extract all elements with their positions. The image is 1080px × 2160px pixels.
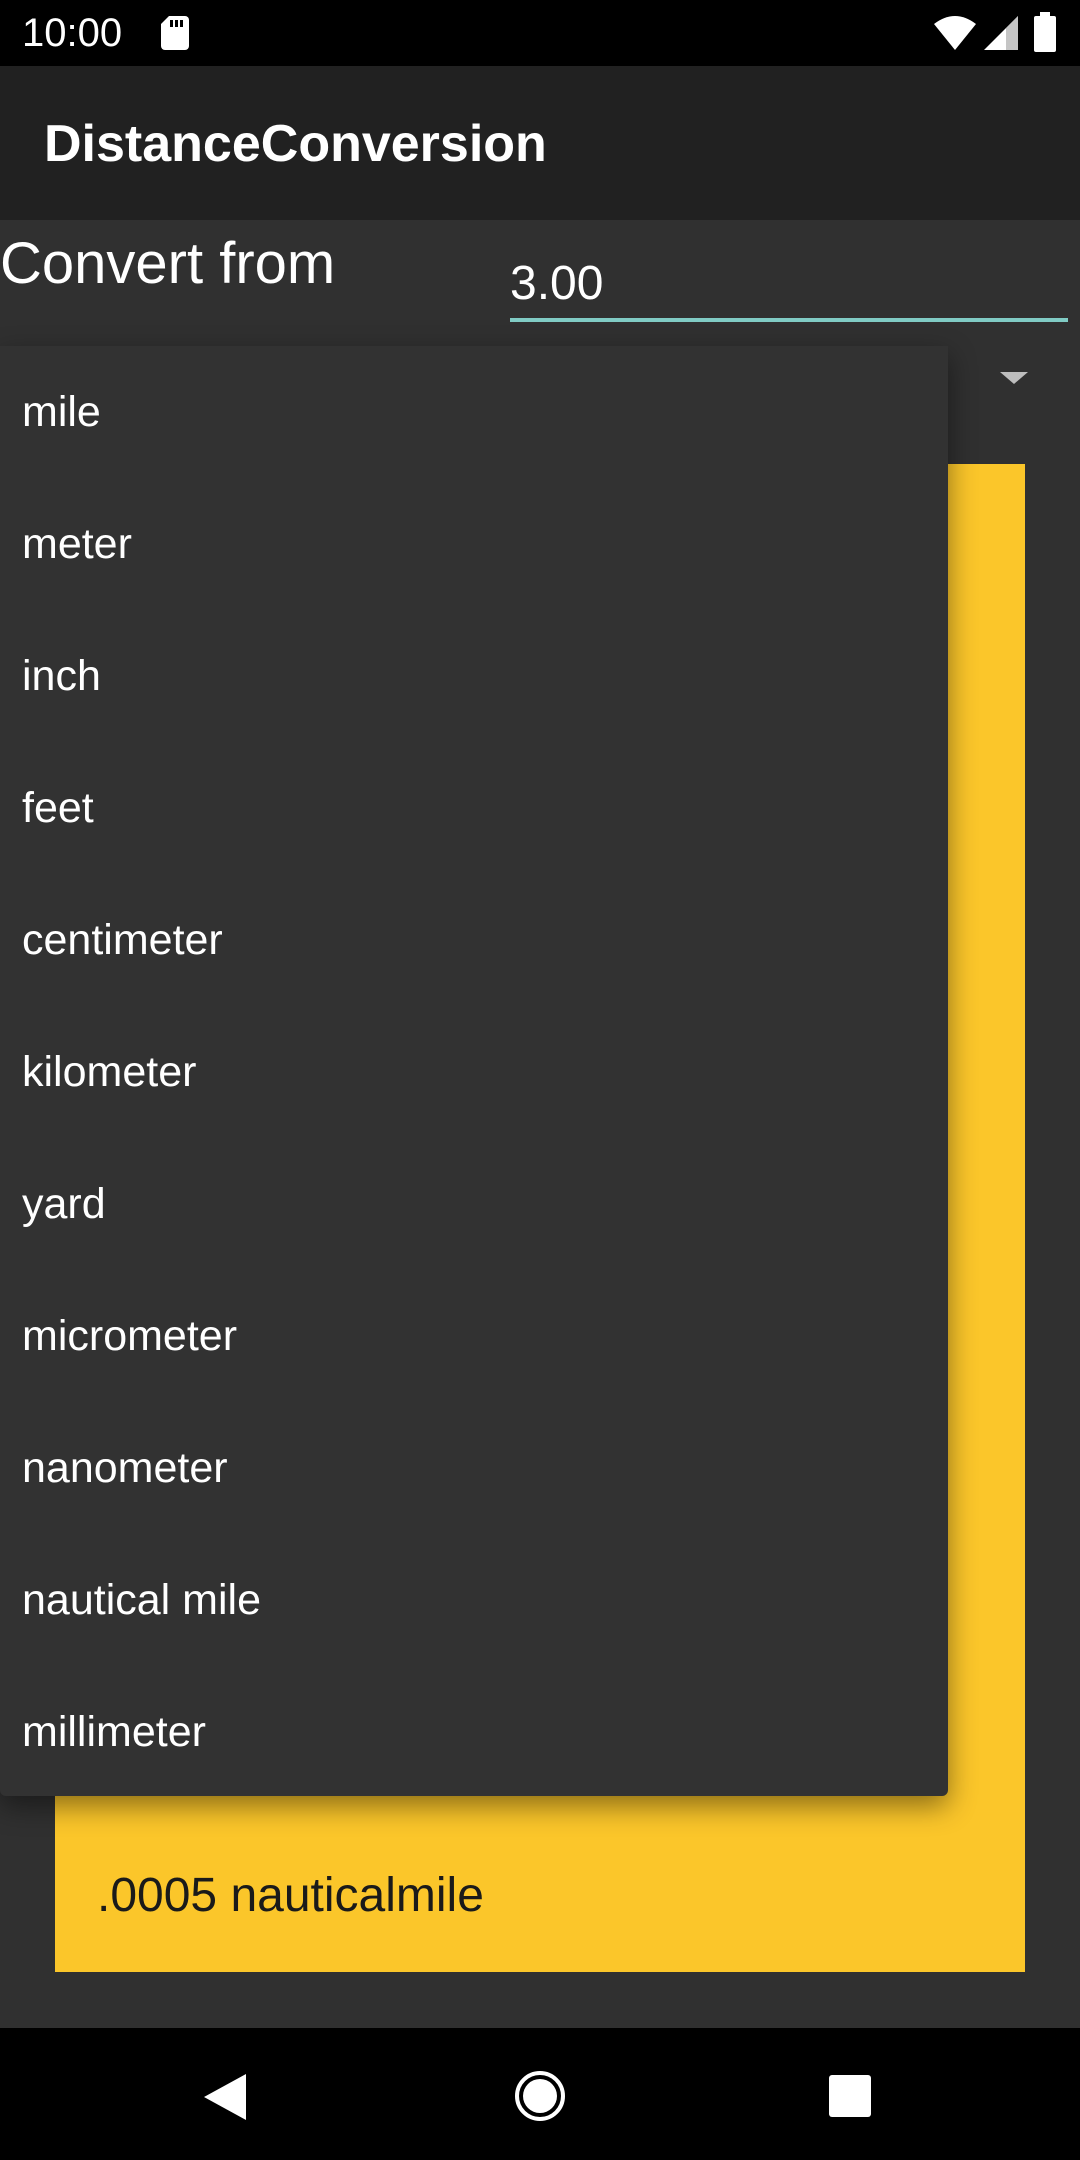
dropdown-item-mile[interactable]: mile (0, 346, 948, 478)
sd-card-icon (161, 16, 189, 50)
dropdown-item-kilometer[interactable]: kilometer (0, 1006, 948, 1138)
dropdown-item-inch[interactable]: inch (0, 610, 948, 742)
signal-icon (984, 16, 1018, 50)
battery-icon (1034, 12, 1056, 52)
unit-dropdown-menu: mile meter inch feet centimeter kilomete… (0, 346, 948, 1796)
navigation-bar (0, 2028, 1080, 2160)
dropdown-item-nautical-mile[interactable]: nautical mile (0, 1534, 948, 1666)
dropdown-arrow-icon[interactable] (998, 368, 1030, 388)
dropdown-item-centimeter[interactable]: centimeter (0, 874, 948, 1006)
result-text: .0005 nauticalmile (97, 1869, 484, 1922)
home-icon[interactable] (514, 2070, 566, 2122)
dropdown-item-yard[interactable]: yard (0, 1138, 948, 1270)
status-bar: 10:00 (0, 0, 1080, 66)
recents-icon[interactable] (829, 2075, 871, 2117)
back-icon[interactable] (204, 2074, 246, 2120)
app-title: DistanceConversion (44, 115, 547, 173)
dropdown-item-micrometer[interactable]: micrometer (0, 1270, 948, 1402)
wifi-icon (934, 16, 976, 50)
convert-from-label: Convert from (0, 231, 336, 296)
value-input[interactable] (510, 248, 1068, 322)
screen: 10:00 DistanceConversion Convert from .0… (0, 0, 1080, 2160)
app-bar: DistanceConversion (0, 66, 1080, 220)
dropdown-item-nanometer[interactable]: nanometer (0, 1402, 948, 1534)
dropdown-item-meter[interactable]: meter (0, 478, 948, 610)
dropdown-item-feet[interactable]: feet (0, 742, 948, 874)
dropdown-item-millimeter[interactable]: millimeter (0, 1666, 948, 1798)
status-time: 10:00 (22, 11, 123, 55)
